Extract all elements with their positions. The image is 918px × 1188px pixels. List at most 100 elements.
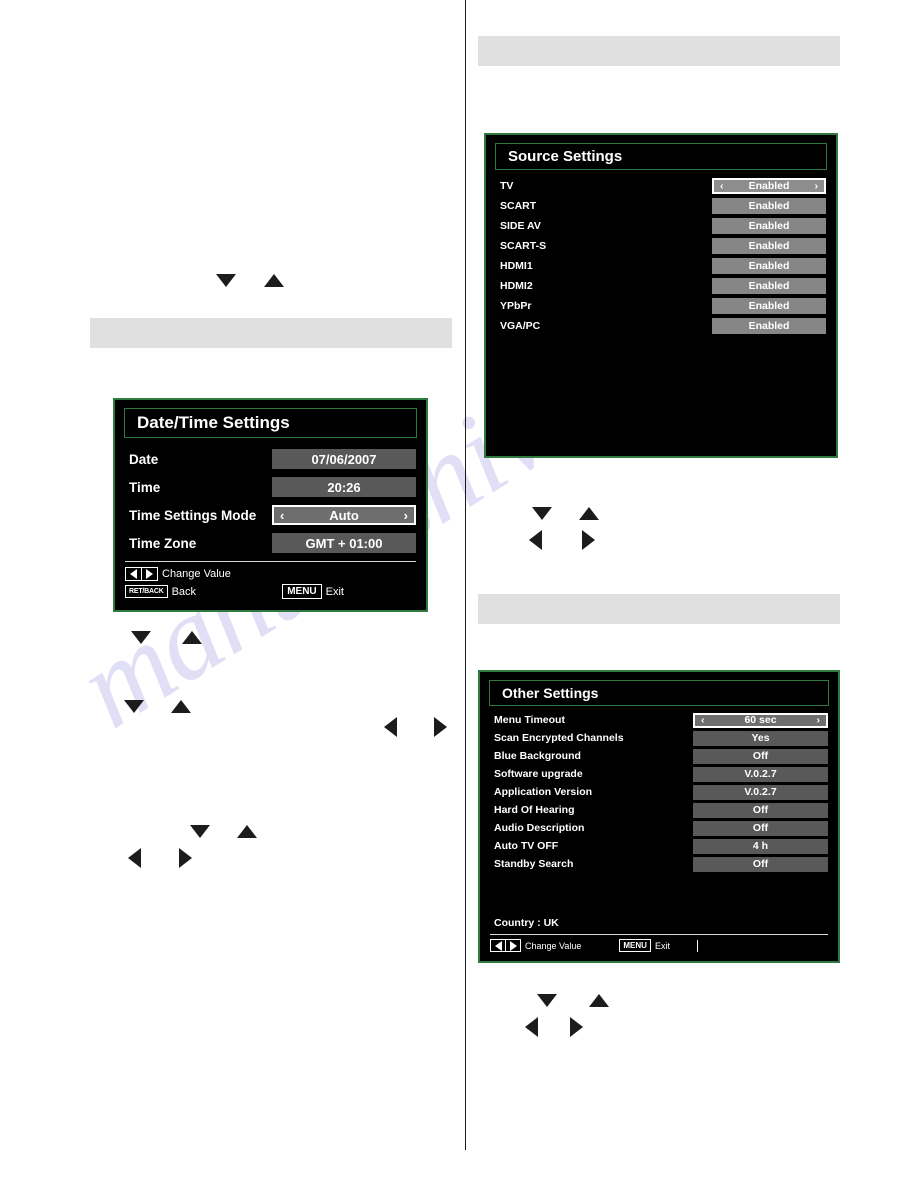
setting-row-scart-s[interactable]: SCART-S Enabled [496,236,826,255]
setting-value-chip[interactable]: Enabled [712,197,826,214]
setting-label: SCART-S [500,239,547,252]
setting-value: Enabled [748,179,790,192]
left-arrow-glyph [384,717,397,737]
osd-panel-source-settings: Source Settings TV ‹ Enabled › SCART Ena… [484,133,838,458]
caret-left-icon[interactable]: ‹ [720,180,724,192]
setting-value-chip[interactable]: V.0.2.7 [693,784,828,800]
down-arrow-glyph [190,825,210,838]
setting-label: HDMI2 [500,279,533,292]
menu-key-icon: MENU [619,939,651,952]
setting-row-side-av[interactable]: SIDE AV Enabled [496,216,826,235]
setting-value: Off [752,804,769,816]
setting-value-chip[interactable]: GMT + 01:00 [272,533,416,553]
right-arrow-glyph [179,848,192,868]
setting-value-chip[interactable]: 20:26 [272,477,416,497]
setting-row-application-version[interactable]: Application Version V.0.2.7 [490,783,828,801]
up-arrow-glyph [264,274,284,287]
setting-value-chip-selected[interactable]: ‹ Auto › [272,505,416,525]
caret-right-icon[interactable]: › [817,714,821,726]
setting-row-audio-description[interactable]: Audio Description Off [490,819,828,837]
setting-value: Enabled [748,219,790,232]
down-arrow-glyph [124,700,144,713]
setting-value: 20:26 [327,479,361,495]
setting-value: Enabled [748,199,790,212]
setting-value-chip[interactable]: V.0.2.7 [693,766,828,782]
setting-row-blue-background[interactable]: Blue Background Off [490,747,828,765]
setting-value-chip[interactable]: Off [693,820,828,836]
section-band-left [90,318,452,348]
setting-row-time-settings-mode[interactable]: Time Settings Mode ‹ Auto › [125,503,416,527]
setting-value: Enabled [748,279,790,292]
setting-row-tv[interactable]: TV ‹ Enabled › [496,176,826,195]
setting-label: VGA/PC [500,319,541,332]
setting-value-chip[interactable]: Enabled [712,317,826,334]
setting-value-chip[interactable]: 07/06/2007 [272,449,416,469]
up-arrow-glyph [237,825,257,838]
setting-value-chip[interactable]: Yes [693,730,828,746]
panel-title: Date/Time Settings [124,408,417,438]
setting-value-chip[interactable]: Enabled [712,277,826,294]
setting-row-hdmi1[interactable]: HDMI1 Enabled [496,256,826,275]
setting-label: Date [129,451,159,467]
setting-row-ypbpr[interactable]: YPbPr Enabled [496,296,826,315]
setting-value: Enabled [748,319,790,332]
setting-value: GMT + 01:00 [305,535,383,551]
ret-back-key-icon: RET/BACK [125,585,168,598]
panel-rows: Date 07/06/2007 Time 20:26 Time Settings… [115,438,426,555]
down-arrow-glyph [532,507,552,520]
setting-row-hdmi2[interactable]: HDMI2 Enabled [496,276,826,295]
setting-row-menu-timeout[interactable]: Menu Timeout ‹ 60 sec › [490,711,828,729]
down-arrow-glyph [131,631,151,644]
manual-page: manualshive.com Date/Time Settings Date … [0,0,918,1188]
setting-value-chip-selected[interactable]: ‹ Enabled › [712,177,826,194]
setting-row-time-zone[interactable]: Time Zone GMT + 01:00 [125,531,416,555]
setting-label: Time [129,479,161,495]
setting-value-chip[interactable]: Off [693,802,828,818]
left-triangle-icon [494,940,502,951]
setting-label: Application Version [494,786,593,798]
setting-row-scart[interactable]: SCART Enabled [496,196,826,215]
setting-value: Off [752,750,769,762]
setting-value-chip[interactable]: 4 h [693,838,828,854]
caret-left-icon[interactable]: ‹ [701,714,705,726]
setting-value: V.0.2.7 [744,768,777,780]
setting-label: Time Zone [129,535,197,551]
panel-footer: Change Value MENU Exit [480,935,838,952]
caret-right-icon[interactable]: › [404,508,408,523]
setting-value-chip[interactable]: Enabled [712,257,826,274]
caret-left-icon[interactable]: ‹ [280,508,284,523]
setting-value-chip[interactable]: Enabled [712,237,826,254]
left-arrow-glyph [128,848,141,868]
right-arrow-glyph [570,1017,583,1037]
menu-key-icon: MENU [282,584,322,599]
setting-row-hard-of-hearing[interactable]: Hard Of Hearing Off [490,801,828,819]
setting-label: Blue Background [494,750,581,762]
right-arrow-glyph [434,717,447,737]
setting-label: Auto TV OFF [494,840,559,852]
setting-value-chip[interactable]: Off [693,748,828,764]
down-arrow-glyph [216,274,236,287]
left-right-key-icon [125,567,158,581]
setting-row-standby-search[interactable]: Standby Search Off [490,855,828,873]
panel-title: Other Settings [489,680,829,706]
setting-row-date[interactable]: Date 07/06/2007 [125,447,416,471]
setting-row-scan-encrypted-channels[interactable]: Scan Encrypted Channels Yes [490,729,828,747]
setting-row-auto-tv-off[interactable]: Auto TV OFF 4 h [490,837,828,855]
left-arrow-glyph [525,1017,538,1037]
setting-value: Enabled [748,259,790,272]
setting-label: TV [500,179,514,192]
setting-label: SIDE AV [500,219,541,232]
setting-row-software-upgrade[interactable]: Software upgrade V.0.2.7 [490,765,828,783]
setting-row-vga-pc[interactable]: VGA/PC Enabled [496,316,826,335]
setting-value-chip[interactable]: Enabled [712,297,826,314]
setting-value: 07/06/2007 [311,451,377,467]
caret-right-icon[interactable]: › [815,180,819,192]
hint-label: Exit [325,585,344,598]
setting-value-chip-selected[interactable]: ‹ 60 sec › [693,712,828,728]
hint-change-value: Change Value [490,939,581,952]
setting-value-chip[interactable]: Enabled [712,217,826,234]
setting-value-chip[interactable]: Off [693,856,828,872]
setting-row-time[interactable]: Time 20:26 [125,475,416,499]
panel-footer-line-1: Change Value [115,562,426,581]
osd-panel-other-settings: Other Settings Menu Timeout ‹ 60 sec › S… [478,670,840,963]
